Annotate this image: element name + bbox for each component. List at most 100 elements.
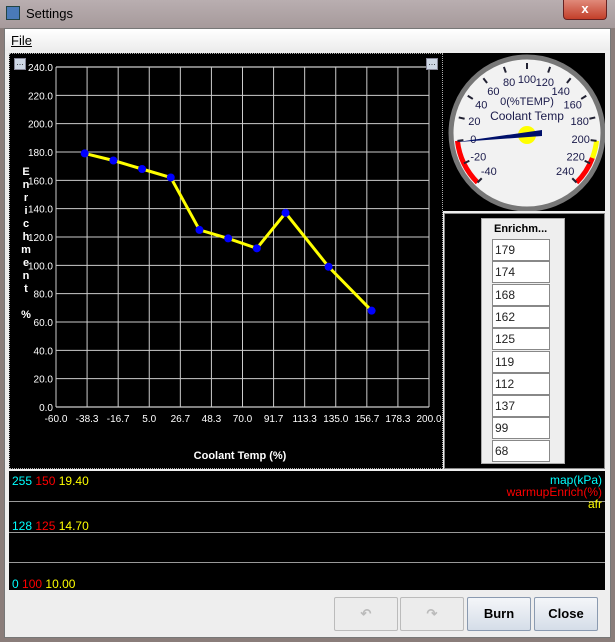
gauge-tick-label: 60 — [487, 86, 499, 98]
gauge-tick-label: 100 — [518, 74, 536, 86]
log-mid-map: 128 — [12, 519, 33, 533]
burn-button[interactable]: Burn — [467, 597, 531, 631]
y-tick-label: 240.0 — [28, 63, 53, 74]
datalog-panel: 255 150 19.40 128 125 14.70 0 100 10.00 … — [9, 471, 605, 591]
gauge-tick — [590, 139, 597, 142]
ylabel-letter: c — [22, 218, 30, 230]
data-point — [138, 165, 147, 173]
gauge-tick-label: 40 — [475, 99, 487, 111]
x-tick-label: -16.7 — [107, 414, 130, 425]
y-tick-label: 20.0 — [34, 375, 54, 386]
x-tick-label: 135.0 — [323, 414, 348, 425]
table-cell[interactable]: 137 — [492, 395, 550, 418]
ylabel: Enrichment % — [20, 166, 32, 322]
data-point — [166, 173, 175, 182]
x-tick-label: 91.7 — [264, 414, 284, 425]
y-tick-label: 180.0 — [28, 148, 53, 159]
table-cell[interactable]: 179 — [492, 239, 550, 261]
table-cell[interactable]: 174 — [492, 261, 550, 284]
x-tick-label: 200.0 — [416, 414, 441, 425]
table-cell[interactable]: 68 — [492, 439, 550, 462]
y-tick-label: 40.0 — [34, 346, 54, 357]
gauge-title: Coolant Temp — [490, 109, 564, 123]
chart-options-button-right[interactable]: … — [426, 58, 438, 70]
data-point — [109, 156, 118, 165]
log-bot-afr: 10.00 — [45, 577, 76, 591]
x-tick-label: 26.7 — [171, 414, 191, 425]
coolant-temp-gauge: -40-200204060801001201401601802002202400… — [448, 54, 606, 212]
x-tick-label: 156.7 — [354, 414, 379, 425]
enrichment-chart-panel: 0.0 20.0 40.0 60.0 80.0 100.0 120.0 140.0 160.0 1… — [9, 53, 443, 469]
log-bot-enrich: 100 — [22, 577, 43, 591]
gauge-tick-label: 220 — [566, 151, 584, 163]
gauge-tick-label: -40 — [481, 166, 497, 178]
y-tick-label: 200.0 — [28, 120, 53, 131]
redo-button[interactable]: ↷ — [400, 597, 464, 631]
gauge-tick-label: 200 — [571, 134, 589, 146]
y-tick-label: 0.0 — [39, 403, 53, 414]
ylabel-letter: e — [22, 257, 30, 269]
settings-window: File 0.0 20.0 40.0 60.0 80.0 100.0 120.0 140.0 1… — [4, 28, 611, 638]
enrichment-table-panel: Enrichm... 179 174 168 162 125 119 112 137 99 68 — [444, 213, 605, 469]
data-point — [195, 225, 204, 234]
table-cell[interactable]: 99 — [492, 417, 550, 440]
ylabel-letter: n — [22, 270, 30, 282]
data-point — [80, 149, 89, 158]
table-cell[interactable]: 125 — [492, 328, 550, 351]
gauge-tick-label: 180 — [570, 116, 588, 128]
data-point — [281, 208, 290, 217]
y-tick-label: 220.0 — [28, 91, 53, 102]
log-mid-afr: 14.70 — [58, 519, 89, 533]
ylabel-letter: n — [22, 179, 30, 191]
ylabel-letter: % — [21, 309, 31, 321]
undo-button[interactable]: ↶ — [334, 597, 398, 631]
ylabel-letter: h — [22, 231, 30, 243]
table-cell[interactable]: 162 — [492, 305, 550, 328]
enrichment-line — [84, 151, 373, 312]
ylabel-letter: t — [24, 283, 28, 295]
log-top-afr: 19.40 — [58, 474, 89, 488]
gauge-tick — [457, 139, 464, 142]
gauge-tick-label: 80 — [503, 77, 515, 89]
x-tick-label: 113.3 — [293, 414, 318, 425]
ylabel-letter: i — [24, 205, 28, 217]
x-axis-title: Coolant Temp (%) — [193, 450, 287, 462]
chart-options-button-left[interactable]: … — [14, 58, 26, 70]
gauge-tick-label: -20 — [470, 151, 486, 163]
coolant-gauge-panel: -40-200204060801001201401601802002202400… — [443, 53, 606, 212]
gauge-tick-label: 160 — [564, 99, 582, 111]
x-tick-label: 48.3 — [202, 414, 222, 425]
ylabel-letter: E — [22, 166, 30, 178]
table-cell[interactable]: 119 — [492, 350, 550, 373]
log-mid-enrich: 125 — [35, 519, 56, 533]
window-close-button[interactable]: x — [563, 0, 607, 20]
table-header: Enrichm... — [494, 223, 548, 235]
gauge-tick-label: 140 — [551, 86, 569, 98]
gauge-tick-label: 240 — [556, 166, 574, 178]
ylabel-letter — [20, 296, 32, 309]
ylabel-letter: m — [21, 244, 31, 256]
x-tick-label: -38.3 — [76, 414, 99, 425]
gauge-tick — [589, 116, 596, 120]
close-button[interactable]: Close — [534, 597, 598, 631]
data-point — [252, 244, 261, 253]
y-tick-label: 80.0 — [34, 290, 54, 301]
menu-bar: File — [5, 29, 610, 51]
ylabel-letter: r — [23, 192, 29, 204]
enrichment-chart[interactable]: 0.020.040.060.080.0100.0120.0140.0160.01… — [10, 54, 444, 470]
window-title: Settings — [26, 6, 73, 21]
table-box: Enrichm... 179 174 168 162 125 119 112 137 99 68 — [481, 218, 565, 464]
data-point — [224, 234, 233, 243]
table-cell[interactable]: 112 — [492, 372, 550, 395]
table-cell[interactable]: 168 — [492, 283, 550, 306]
app-icon — [6, 6, 20, 20]
x-tick-label: 70.0 — [233, 414, 253, 425]
log-top-enrich: 150 — [35, 474, 56, 488]
log-top-map: 255 — [12, 474, 33, 488]
menu-file[interactable]: File — [11, 33, 32, 48]
data-point — [324, 262, 333, 271]
log-bot-map: 0 — [12, 577, 19, 591]
x-tick-label: -60.0 — [45, 414, 68, 425]
gauge-tick-label: 20 — [468, 116, 480, 128]
title-bar: Settings x — [0, 0, 615, 28]
